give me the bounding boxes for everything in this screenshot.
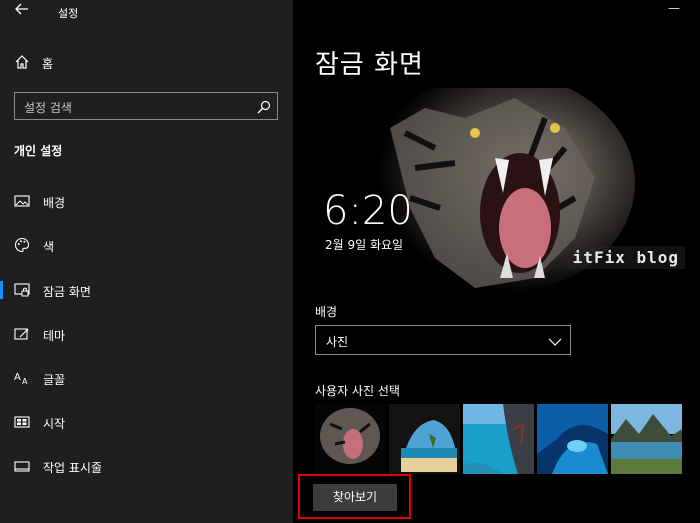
preview-date: 2월 9일 화요일 — [325, 238, 404, 252]
home-icon — [14, 54, 30, 70]
sidebar-item-taskbar[interactable]: 작업 표시줄 — [0, 451, 293, 481]
chevron-down-icon — [548, 334, 562, 348]
sidebar-item-home[interactable]: 홈 — [0, 50, 293, 76]
sidebar-item-label: 시작 — [43, 417, 66, 431]
thumbnail-beach-cave[interactable] — [389, 404, 460, 474]
svg-text:A: A — [14, 372, 21, 383]
background-dropdown-value: 사진 — [326, 335, 349, 349]
sidebar-item-label: 글꼴 — [43, 373, 66, 387]
browse-highlight: 찾아보기 — [298, 474, 411, 519]
sidebar-item-label: 색 — [43, 240, 55, 254]
app-title: 설정 — [58, 7, 79, 20]
sidebar-item-label: 테마 — [43, 329, 66, 343]
back-arrow-icon[interactable] — [10, 2, 34, 22]
sidebar-item-color[interactable]: 색 — [0, 230, 293, 260]
thumbnail-tiger[interactable] — [315, 404, 386, 474]
page-title: 잠금 화면 — [315, 50, 424, 80]
search-input[interactable]: 설정 검색 — [14, 92, 278, 120]
sidebar-item-theme[interactable]: 테마 — [0, 319, 293, 349]
picture-icon — [14, 193, 30, 209]
sidebar-item-lock-screen[interactable]: 잠금 화면 — [0, 275, 293, 305]
section-title: 개인 설정 — [14, 144, 63, 158]
choose-picture-label: 사용자 사진 선택 — [315, 384, 400, 398]
background-dropdown[interactable]: 사진 — [315, 325, 571, 355]
taskbar-icon — [14, 458, 30, 474]
thumbnail-seaside-cliff[interactable] — [463, 404, 534, 474]
preview-time: 6:20 — [323, 188, 413, 234]
thumbnail-mountain-lake[interactable] — [611, 404, 682, 474]
lock-screen-preview: 6:20 2월 9일 화요일 itFix blog — [315, 88, 687, 291]
sidebar-item-background[interactable]: 배경 — [0, 186, 293, 216]
lock-screen-icon — [14, 282, 30, 298]
search-placeholder: 설정 검색 — [24, 101, 72, 115]
sidebar-item-label: 잠금 화면 — [43, 285, 91, 299]
watermark: itFix blog — [566, 246, 685, 269]
start-icon — [14, 414, 30, 430]
theme-icon — [14, 326, 30, 342]
picture-thumbnails — [315, 404, 700, 474]
sidebar-item-font[interactable]: AA 글꼴 — [0, 363, 293, 393]
sidebar: 설정 홈 설정 검색 개인 설정 배경 색 잠금 화면 테마 A A 글꼴 시작… — [0, 0, 293, 523]
background-label: 배경 — [315, 305, 338, 319]
home-label: 홈 — [42, 57, 54, 71]
minimize-button[interactable]: — — [668, 1, 680, 15]
title-bar: 설정 — [0, 0, 293, 26]
sidebar-item-start[interactable]: 시작 — [0, 407, 293, 437]
font-icon: AA — [14, 370, 30, 386]
thumbnail-ice-cave[interactable] — [537, 404, 608, 474]
sidebar-item-label: 작업 표시줄 — [43, 461, 103, 475]
svg-text:A: A — [22, 377, 28, 386]
palette-icon — [14, 237, 30, 253]
main-panel: — 잠금 화면 6:20 2월 9일 화요일 itFix blog 배경 사진 … — [293, 0, 700, 523]
selection-indicator — [0, 281, 3, 299]
search-icon[interactable] — [257, 99, 271, 114]
browse-button[interactable]: 찾아보기 — [313, 484, 397, 511]
sidebar-item-label: 배경 — [43, 196, 66, 210]
